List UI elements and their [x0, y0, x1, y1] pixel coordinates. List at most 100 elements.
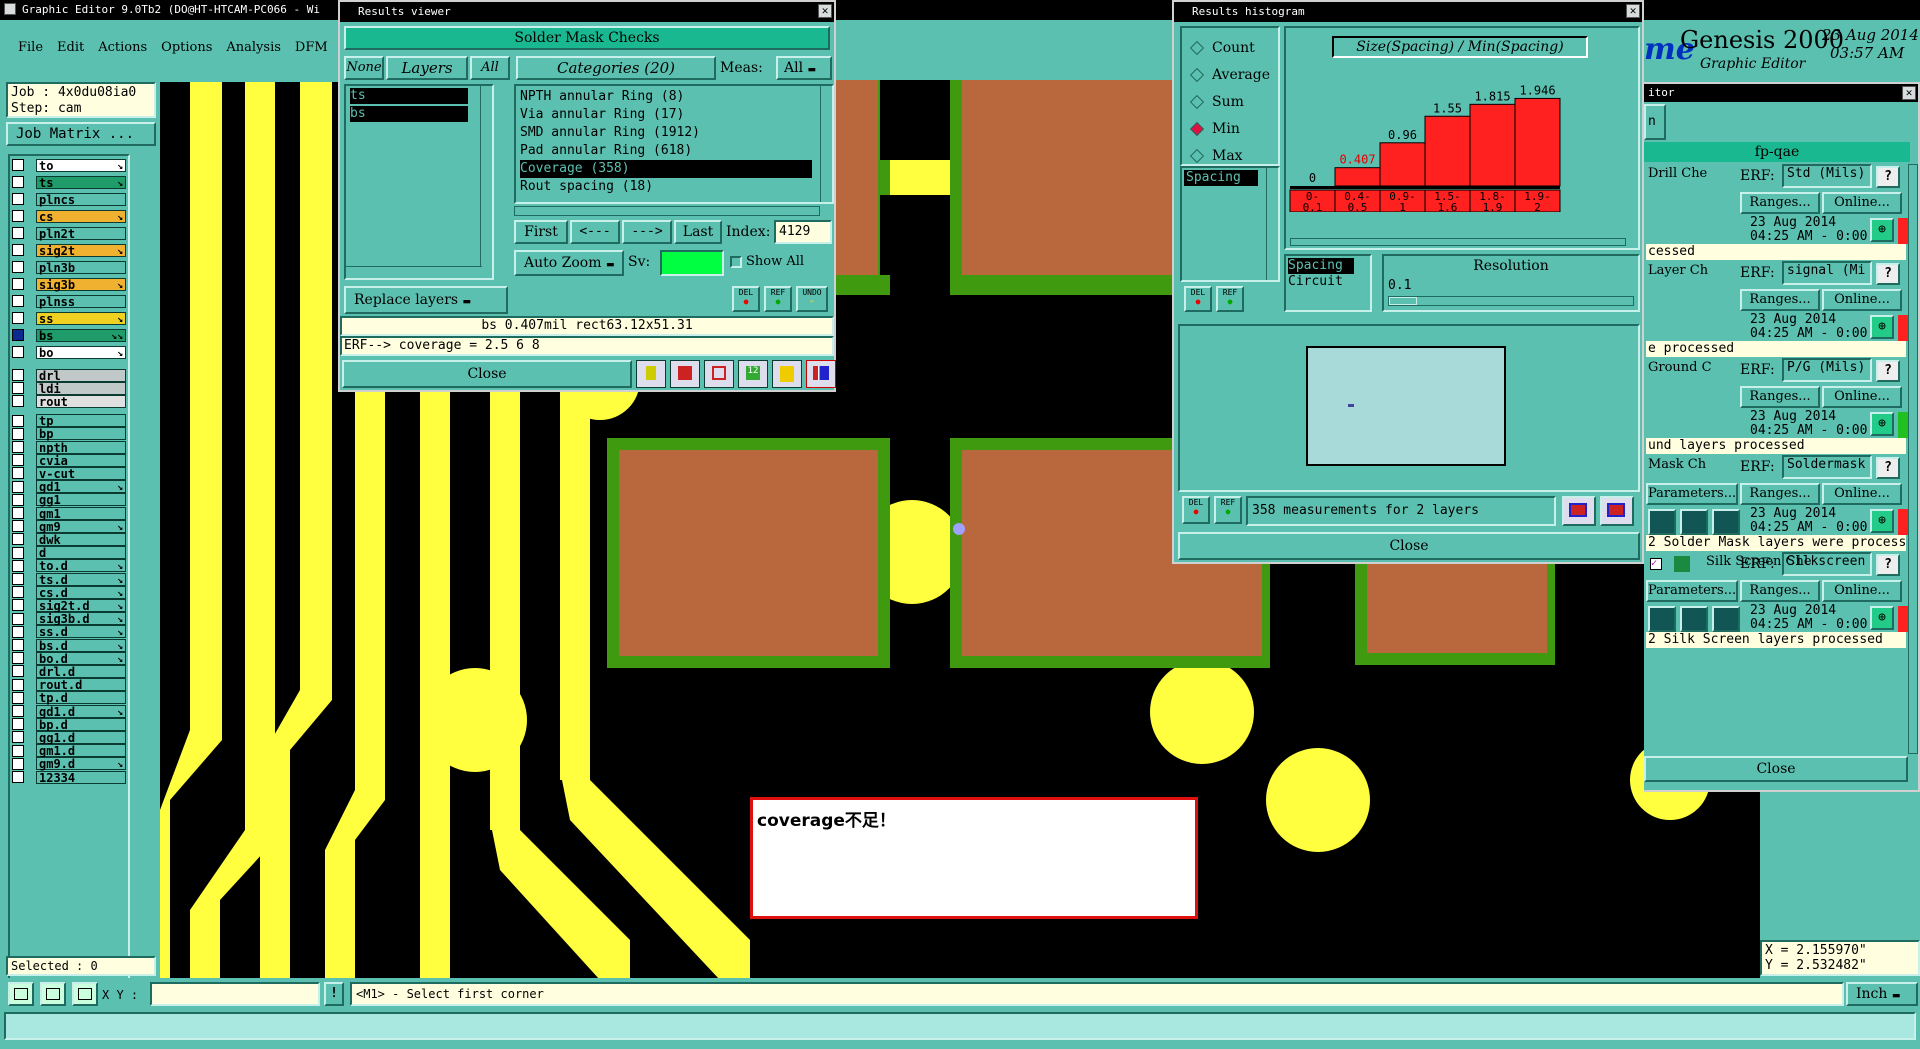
layer-label[interactable]: cs ↘ [36, 209, 126, 223]
radio-icon[interactable] [1189, 67, 1205, 82]
layer-row-pln3b[interactable]: pln3b [12, 260, 126, 274]
radio-icon[interactable] [1189, 94, 1205, 109]
layer-label[interactable]: rout [36, 394, 126, 408]
layer-row-v-cut[interactable]: v-cut [12, 466, 126, 480]
close-icon[interactable]: ✕ [1626, 4, 1640, 18]
layer-row-to.d[interactable]: to.d ↘ [12, 559, 126, 573]
layer-label[interactable]: bs.d ↘ [36, 638, 126, 652]
close-button[interactable]: Close [1178, 532, 1640, 560]
menu-analysis[interactable]: Analysis [226, 40, 281, 55]
layer-checkbox[interactable] [12, 573, 24, 585]
layer-checkbox[interactable] [12, 159, 24, 171]
layer-label[interactable]: ss ↘ [36, 311, 126, 325]
del-icon[interactable]: DEL ● [732, 286, 760, 312]
list-item[interactable]: bs [350, 106, 468, 122]
layer-label[interactable]: gm9.d ↘ [36, 757, 126, 771]
erf-dropdown[interactable]: signal (Mi [1782, 261, 1872, 285]
layer-row-ldi[interactable]: ldi [12, 381, 126, 395]
index-field[interactable]: 4129 [774, 220, 832, 244]
menu-actions[interactable]: Actions [98, 40, 147, 55]
warning-icon[interactable]: ! [324, 982, 344, 1006]
layer-label[interactable]: bp [36, 427, 126, 441]
layer-row-cvia[interactable]: cvia [12, 453, 126, 467]
layer-checkbox[interactable] [12, 414, 24, 427]
layer-checkbox[interactable] [12, 346, 24, 358]
layer-row-cs[interactable]: cs ↘ [12, 209, 126, 223]
layer-row-bp.d[interactable]: bp.d [12, 717, 126, 731]
zoom-icon[interactable]: ⊕ [1870, 218, 1894, 242]
layer-label[interactable]: plncs [36, 192, 126, 206]
ranges-button[interactable]: Ranges... [1740, 192, 1820, 214]
histogram-bar[interactable] [1424, 115, 1471, 187]
layer-checkbox[interactable] [12, 395, 24, 408]
erf-dropdown[interactable]: Soldermask [1782, 455, 1872, 479]
layer-checkbox[interactable] [12, 329, 24, 341]
menu-options[interactable]: Options [161, 40, 212, 55]
layer-label[interactable]: gd1.d ↘ [36, 704, 126, 718]
option-max[interactable]: Max [1189, 142, 1278, 169]
layer-checkbox[interactable] [12, 744, 24, 757]
layer-row-drl[interactable]: drl [12, 368, 126, 382]
erf-dropdown[interactable]: Std (Mils) [1782, 164, 1872, 188]
layer-checkbox[interactable] [12, 625, 24, 638]
layers-button[interactable]: Layers [386, 56, 468, 80]
menu-dfm[interactable]: DFM [295, 40, 328, 55]
layer-row-gd1.d[interactable]: gd1.d ↘ [12, 704, 126, 718]
scrollbar[interactable] [1290, 238, 1626, 246]
online-button[interactable]: Online... [1822, 386, 1902, 408]
first-button[interactable]: First [514, 220, 568, 244]
export-icon[interactable] [670, 360, 700, 388]
layer-checkbox[interactable] [12, 652, 24, 665]
layer-checkbox[interactable] [12, 210, 24, 222]
layer-row-dwk[interactable]: dwk [12, 532, 126, 546]
replace-layers-dropdown[interactable]: Replace layers ▬ [344, 286, 508, 314]
undo-icon[interactable]: UNDO ↶ [796, 286, 828, 312]
histogram-bar[interactable] [1469, 103, 1516, 187]
categories-button[interactable]: Categories (20) [516, 56, 716, 80]
layer-row-bo.d[interactable]: bo.d ↘ [12, 651, 126, 665]
auto-zoom-dropdown[interactable]: Auto Zoom ▬ [514, 250, 624, 276]
layer-row-sig3b.d[interactable]: sig3b.d ↘ [12, 612, 126, 626]
measure-type-list[interactable]: Spacing Circuit [1284, 254, 1372, 312]
layer-row-cs.d[interactable]: cs.d ↘ [12, 585, 126, 599]
close-icon[interactable]: ✕ [1902, 86, 1916, 100]
layer-row-ss[interactable]: ss ↘ [12, 311, 126, 325]
tool-measure-icon[interactable] [40, 982, 66, 1006]
layer-label[interactable]: sig2t ↘ [36, 243, 126, 257]
show-all-checkbox[interactable] [730, 256, 742, 268]
layer-row-tp[interactable]: tp [12, 414, 126, 428]
highlight-icon[interactable] [636, 360, 666, 388]
layer-row-gm1[interactable]: gm1 [12, 506, 126, 520]
help-icon[interactable]: ? [1876, 457, 1900, 479]
layer-label[interactable]: plnss [36, 294, 126, 308]
option-min[interactable]: Min [1189, 115, 1278, 142]
layer-checkbox[interactable] [12, 261, 24, 273]
layer-label[interactable]: bp.d [36, 717, 126, 731]
units-dropdown[interactable]: Inch ▬ [1846, 982, 1918, 1006]
layer-row-pln2t[interactable]: pln2t [12, 226, 126, 240]
layer-row-gg1.d[interactable]: gg1.d [12, 730, 126, 744]
scrollbar[interactable] [1908, 164, 1918, 754]
layer-checkbox[interactable] [12, 507, 24, 519]
layer-checkbox[interactable] [12, 227, 24, 239]
zoom-out-icon[interactable] [1600, 496, 1634, 526]
help-icon[interactable]: ? [1876, 554, 1900, 576]
layer-row-ts.d[interactable]: ts.d ↘ [12, 572, 126, 586]
layer-label[interactable]: dwk [36, 532, 126, 546]
layer-row-bs[interactable]: bs ↘↘ [12, 328, 126, 342]
ranges-button[interactable]: Ranges... [1740, 483, 1820, 505]
radio-icon[interactable] [1189, 148, 1205, 163]
run-icon[interactable] [1680, 509, 1708, 535]
layer-row-tp.d[interactable]: tp.d [12, 691, 126, 705]
close-button[interactable]: Close [1644, 756, 1908, 782]
layer-checkbox[interactable] [12, 369, 24, 381]
list-item[interactable]: Spacing [1184, 170, 1258, 186]
layer-label[interactable]: v-cut [36, 466, 126, 480]
list-item[interactable]: Circuit [1288, 274, 1368, 290]
tab-fragment[interactable]: n [1644, 104, 1666, 140]
job-matrix-button[interactable]: Job Matrix ... [6, 122, 156, 146]
zoom-icon[interactable]: ⊕ [1870, 315, 1894, 339]
layer-label[interactable]: pln3b [36, 260, 126, 274]
del-icon[interactable]: DEL ● [1182, 496, 1210, 524]
layer-label[interactable]: sig3b.d ↘ [36, 612, 126, 626]
